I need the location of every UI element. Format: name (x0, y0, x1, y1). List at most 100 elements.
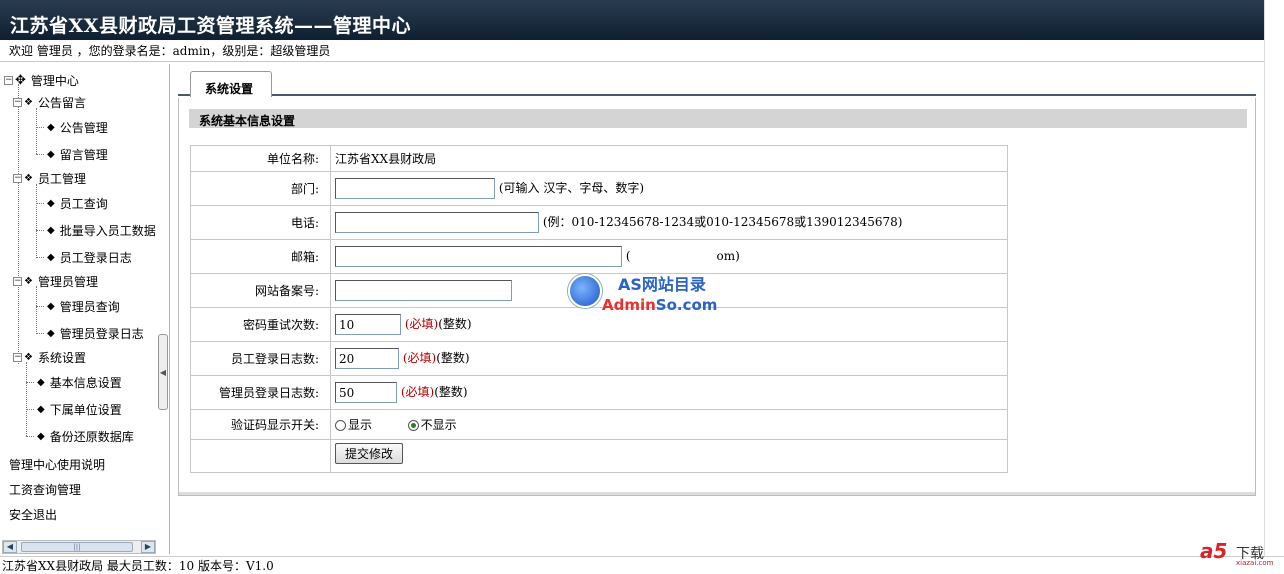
tab-bar: 系统设置 (178, 68, 1256, 97)
collapse-icon[interactable]: − (13, 97, 22, 107)
unit-label: 单位名称: (190, 145, 331, 172)
tree-root-label: 管理中心 (30, 73, 79, 88)
watermark-top-text: AS网站目录 (618, 275, 706, 294)
tab-system-settings[interactable]: 系统设置 (190, 71, 272, 97)
sidebar-link-logout[interactable]: 安全退出 (9, 506, 57, 523)
watermark-logo: AS网站目录 AdminSo.com (566, 256, 726, 318)
watermark-bottom-a: Admin (602, 296, 656, 314)
empty-cell (190, 439, 331, 473)
sidebar-item-label: 备份还原数据库 (49, 429, 134, 444)
required-note: (必填) (400, 385, 435, 399)
radio-unchecked-icon[interactable] (335, 420, 346, 431)
sidebar-horizontal-scrollbar[interactable]: ◀ ||| ▶ (2, 540, 156, 554)
admin-log-input[interactable] (335, 382, 397, 403)
form-row-emp-log: 员工登录日志数: (必填)(整数) (190, 341, 1008, 376)
diamond-icon: ❖ (24, 96, 33, 108)
tree-group-employee[interactable]: − ❖ 员工管理 (13, 167, 86, 189)
sidebar-link-salary-query[interactable]: 工资查询管理 (9, 481, 81, 498)
collapse-icon[interactable]: − (13, 276, 22, 286)
captcha-hide-option[interactable]: 不显示 (407, 418, 457, 432)
sidebar-item-backup[interactable]: ◆ 备份还原数据库 (26, 425, 134, 447)
sidebar-item-label: 基本信息设置 (49, 375, 122, 390)
required-note: (必填) (404, 317, 439, 331)
integer-note: (整数) (436, 351, 470, 365)
emp-log-input[interactable] (335, 348, 399, 369)
tree-group-label: 管理员管理 (37, 274, 98, 289)
captcha-hide-label: 不显示 (420, 418, 457, 432)
scroll-right-icon[interactable]: ▶ (141, 541, 155, 553)
sidebar-item-employee-query[interactable]: ◆ 员工查询 (36, 192, 108, 214)
crosshair-diamond-icon: ✥ (15, 72, 26, 88)
a5-logo-brand: a5 (1200, 539, 1228, 563)
phone-input[interactable] (335, 212, 539, 233)
captcha-show-option[interactable]: 显示 (335, 418, 372, 432)
sidebar-item-label: 批量导入员工数据 (59, 223, 156, 238)
sidebar-collapse-handle[interactable]: ◀ (158, 334, 168, 410)
sidebar-item-basic-info[interactable]: ◆ 基本信息设置 (26, 371, 122, 393)
sidebar-item-sub-units[interactable]: ◆ 下属单位设置 (26, 398, 122, 420)
diamond-icon: ◆ (47, 224, 55, 236)
watermark-bottom-b: So.com (655, 296, 718, 314)
phone-label: 电话: (190, 205, 331, 240)
radio-checked-icon[interactable] (407, 420, 419, 431)
scroll-left-icon[interactable]: ◀ (3, 541, 17, 553)
form-row-unit: 单位名称: 江苏省XX县财政局 (190, 145, 1008, 172)
sidebar: − ✥ 管理中心 − ❖ 公告留言 ◆ 公告管理 ◆ 留言管理 − ❖ 员工管理… (0, 64, 170, 554)
dept-input[interactable] (335, 178, 495, 199)
diamond-icon: ◆ (47, 251, 55, 263)
sidebar-item-label: 员工登录日志 (59, 250, 132, 265)
tree-group-notice[interactable]: − ❖ 公告留言 (13, 91, 86, 113)
integer-note: (整数) (438, 317, 472, 331)
diamond-icon: ◆ (37, 430, 45, 442)
sidebar-item-label: 员工查询 (59, 196, 108, 211)
retry-label: 密码重试次数: (190, 307, 331, 342)
a5-logo-site: xiazai.com (1236, 559, 1274, 567)
admin-log-label: 管理员登录日志数: (190, 375, 331, 410)
form-row-phone: 电话: (例：010-12345678-1234或010-12345678或13… (190, 205, 1008, 240)
window-edge (1264, 0, 1284, 573)
sidebar-item-label: 管理员查询 (59, 299, 120, 314)
collapse-icon[interactable]: − (13, 352, 22, 362)
globe-icon (568, 274, 602, 308)
required-note: (必填) (402, 351, 437, 365)
sidebar-item-message-manage[interactable]: ◆ 留言管理 (36, 143, 108, 165)
header: 江苏省XX县财政局工资管理系统——管理中心 欢迎 管理员 ，您的登录名是：adm… (0, 0, 1264, 62)
sidebar-item-employee-log[interactable]: ◆ 员工登录日志 (36, 246, 132, 268)
tree-group-label: 公告留言 (37, 95, 86, 110)
emp-log-label: 员工登录日志数: (190, 341, 331, 376)
form-row-submit: 提交修改 (190, 439, 1008, 473)
sidebar-link-help[interactable]: 管理中心使用说明 (9, 456, 105, 473)
collapse-icon[interactable]: − (4, 75, 13, 85)
watermark-bottom-text: AdminSo.com (602, 296, 717, 314)
sidebar-item-notice-manage[interactable]: ◆ 公告管理 (36, 116, 108, 138)
diamond-icon: ◆ (47, 148, 55, 160)
diamond-icon: ◆ (37, 376, 45, 388)
app-title: 江苏省XX县财政局工资管理系统——管理中心 (0, 0, 1264, 40)
icp-label: 网站备案号: (190, 273, 331, 308)
tree-group-admin[interactable]: − ❖ 管理员管理 (13, 270, 98, 292)
collapse-icon[interactable]: − (13, 173, 22, 183)
diamond-icon: ❖ (24, 351, 33, 363)
tree-group-system[interactable]: − ❖ 系统设置 (13, 346, 86, 368)
dept-hint: (可输入 汉字、字母、数字) (498, 181, 645, 195)
captcha-label: 验证码显示开关: (190, 409, 331, 440)
icp-input[interactable] (335, 280, 512, 301)
status-bar: 江苏省XX县财政局 最大员工数：10 版本号：V1.0 (0, 556, 1284, 573)
section-title: 系统基本信息设置 (189, 109, 1247, 128)
sidebar-item-admin-query[interactable]: ◆ 管理员查询 (36, 295, 120, 317)
sidebar-item-label: 下属单位设置 (49, 402, 122, 417)
sidebar-item-admin-log[interactable]: ◆ 管理员登录日志 (36, 322, 144, 344)
submit-button[interactable]: 提交修改 (335, 443, 404, 464)
tree-root[interactable]: − ✥ 管理中心 (4, 69, 79, 91)
diamond-icon: ◆ (37, 403, 45, 415)
scroll-thumb[interactable]: ||| (21, 542, 133, 552)
captcha-show-label: 显示 (348, 418, 373, 432)
email-label: 邮箱: (190, 239, 331, 274)
retry-input[interactable] (335, 314, 401, 335)
sidebar-item-label: 留言管理 (59, 147, 108, 162)
integer-note: (整数) (434, 385, 468, 399)
sidebar-item-label: 管理员登录日志 (59, 326, 144, 341)
diamond-icon: ❖ (24, 172, 33, 184)
sidebar-item-employee-import[interactable]: ◆ 批量导入员工数据 (36, 219, 157, 241)
diamond-icon: ❖ (24, 275, 33, 287)
